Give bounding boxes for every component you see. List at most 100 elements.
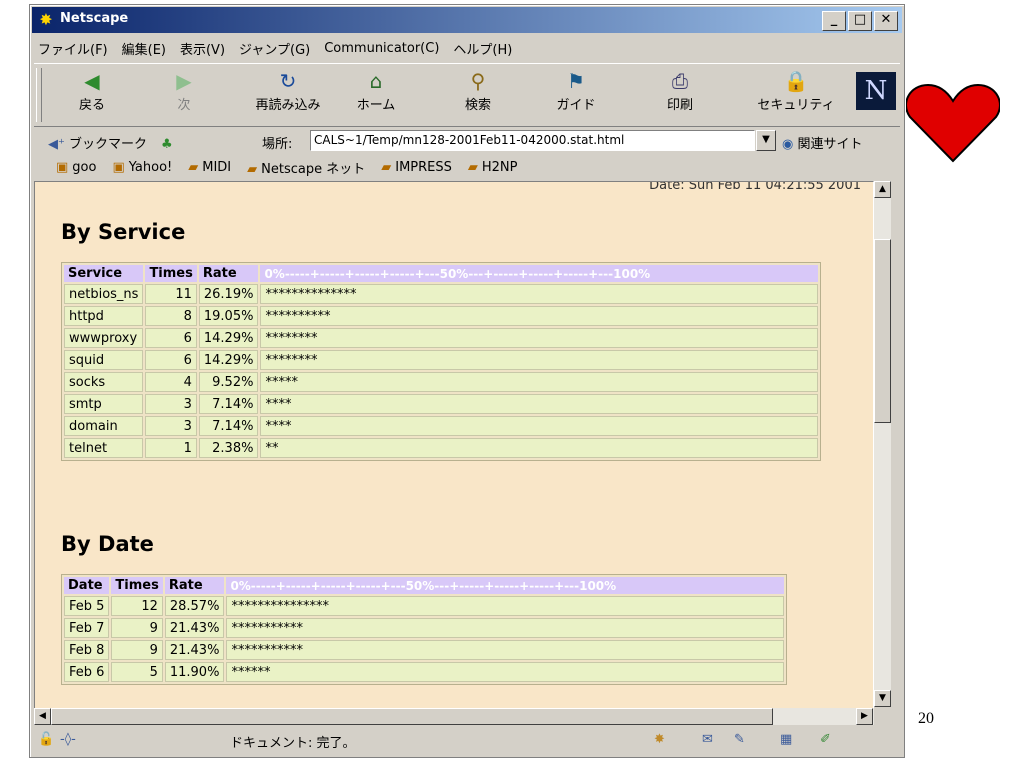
component-navigator-icon[interactable]: ✸ xyxy=(654,732,665,747)
service-row: squid 6 14.29% ******** xyxy=(64,350,819,370)
date-name: Feb 7 xyxy=(64,618,110,638)
security-lock-icon[interactable]: 🔓 xyxy=(38,732,54,747)
date-name: Feb 8 xyxy=(64,640,110,660)
menu-bar: ファイル(F) 編集(E) 表示(V) ジャンプ(G) Communicator… xyxy=(34,37,900,59)
minimize-button[interactable]: _ xyxy=(822,11,846,31)
personal-item-label: IMPRESS xyxy=(395,159,452,175)
service-name: socks xyxy=(64,372,144,392)
menu-edit[interactable]: 編集(E) xyxy=(122,39,166,58)
personal-item-midi[interactable]: ▰ MIDI xyxy=(188,160,231,175)
netscape-logo[interactable]: N xyxy=(856,72,896,110)
personal-item-label: goo xyxy=(72,159,97,175)
security-button[interactable]: 🔒 セキュリティ xyxy=(748,68,844,113)
bookmark-page-icon: ▣ xyxy=(56,159,69,175)
home-label: ホーム xyxy=(356,98,396,113)
rate-bar: ***** xyxy=(260,372,819,392)
menu-communicator[interactable]: Communicator(C) xyxy=(324,41,439,56)
rate-bar: ************** xyxy=(260,284,819,304)
rate-value: 7.14% xyxy=(198,416,259,436)
browser-window: ✸ Netscape _ □ ✕ ファイル(F) 編集(E) 表示(V) ジャン… xyxy=(29,4,905,758)
security-label: セキュリティ xyxy=(757,98,835,113)
rate-value: 21.43% xyxy=(164,640,225,660)
menu-help[interactable]: ヘルプ(H) xyxy=(453,39,512,58)
maximize-button[interactable]: □ xyxy=(848,11,872,31)
rate-bar: ********** xyxy=(260,306,819,326)
personal-item-yahoo[interactable]: ▣ Yahoo! xyxy=(112,160,172,175)
print-button[interactable]: ⎙ 印刷 xyxy=(640,68,720,113)
vertical-scroll-thumb[interactable] xyxy=(874,239,891,423)
back-arrow-icon: ◀ xyxy=(84,69,100,93)
times-value: 3 xyxy=(145,394,197,414)
forward-button[interactable]: ▶ 次 xyxy=(144,68,224,113)
rate-bar: ****** xyxy=(226,662,785,682)
service-row: domain 3 7.14% **** xyxy=(64,416,819,436)
date-table: Date Times Rate 0%-----+-----+-----+----… xyxy=(61,574,788,685)
close-button[interactable]: ✕ xyxy=(874,11,898,31)
lock-icon: 🔒 xyxy=(783,69,809,93)
service-row: smtp 3 7.14% **** xyxy=(64,394,819,414)
reload-button[interactable]: ↻ 再読み込み xyxy=(248,68,328,113)
back-button[interactable]: ◀ 戻る xyxy=(52,68,132,113)
edit-icon[interactable]: ✐ xyxy=(820,732,831,747)
scroll-up-button[interactable]: ▲ xyxy=(874,181,891,198)
date-header-row: Date Times Rate 0%-----+-----+-----+----… xyxy=(64,577,785,594)
rate-value: 11.90% xyxy=(164,662,225,682)
times-value: 3 xyxy=(145,416,197,436)
menu-file[interactable]: ファイル(F) xyxy=(38,39,108,58)
personal-item-impress[interactable]: ▰ IMPRESS xyxy=(381,160,452,175)
date-row: Feb 5 12 28.57% *************** xyxy=(64,596,785,616)
folder-icon: ▰ xyxy=(188,159,199,175)
menu-view[interactable]: 表示(V) xyxy=(180,39,225,58)
rate-bar: *************** xyxy=(226,596,785,616)
scroll-right-button[interactable]: ▶ xyxy=(856,708,873,725)
toolbar-grip[interactable] xyxy=(36,68,42,122)
related-sites-button[interactable]: ◉ 関連サイト xyxy=(782,133,863,152)
personal-item-netscape-net[interactable]: ▰ Netscape ネット xyxy=(247,158,365,177)
times-value: 8 xyxy=(145,306,197,326)
horizontal-scrollbar[interactable]: ◀ ▶ xyxy=(34,708,874,725)
service-name: httpd xyxy=(64,306,144,326)
service-heading: By Service xyxy=(61,220,186,244)
print-label: 印刷 xyxy=(666,98,693,113)
search-button[interactable]: ⚲ 検索 xyxy=(438,68,518,113)
discussion-icon[interactable]: ✎ xyxy=(734,732,745,747)
netscape-icon: ✸ xyxy=(39,10,53,29)
rate-bar: *********** xyxy=(226,618,785,638)
personal-item-goo[interactable]: ▣ goo xyxy=(56,160,96,175)
guide-button[interactable]: ⚑ ガイド xyxy=(536,68,616,113)
service-name: smtp xyxy=(64,394,144,414)
folder-icon: ▰ xyxy=(247,161,258,177)
personal-item-label: H2NP xyxy=(481,159,518,175)
vertical-scrollbar[interactable]: ▲ ▼ xyxy=(874,181,891,707)
folder-icon: ▰ xyxy=(467,159,478,175)
heart-shape xyxy=(906,83,1000,163)
page-proxy-icon[interactable]: ♣ xyxy=(161,137,173,152)
rate-bar: **** xyxy=(260,416,819,436)
service-row: httpd 8 19.05% ********** xyxy=(64,306,819,326)
rate-value: 9.52% xyxy=(198,372,259,392)
related-sites-label: 関連サイト xyxy=(797,137,863,152)
home-button[interactable]: ⌂ ホーム xyxy=(336,68,416,113)
url-dropdown-button[interactable]: ▼ xyxy=(756,130,776,151)
page-content: Date: Sun Feb 11 04:21:55 2001 By Servic… xyxy=(34,181,874,709)
bookmarks-button[interactable]: ◀⁺ ブックマーク ♣ xyxy=(48,133,173,152)
mail-icon[interactable]: ✉ xyxy=(702,732,713,747)
rate-value: 19.05% xyxy=(198,306,259,326)
window-title: Netscape xyxy=(60,11,129,26)
guide-icon: ⚑ xyxy=(567,69,585,93)
status-text: ドキュメント: 完了。 xyxy=(230,736,356,751)
horizontal-scroll-thumb[interactable] xyxy=(51,708,773,725)
personal-item-h2np[interactable]: ▰ H2NP xyxy=(468,160,518,175)
url-field[interactable]: CALS~1/Temp/mn128-2001Feb11-042000.stat.… xyxy=(310,130,755,151)
title-bar[interactable]: ✸ Netscape _ □ ✕ xyxy=(32,7,902,33)
globe-icon: ◉ xyxy=(782,137,798,152)
service-name: wwwproxy xyxy=(64,328,144,348)
composer-icon[interactable]: ▦ xyxy=(780,732,792,747)
scroll-left-button[interactable]: ◀ xyxy=(34,708,51,725)
menu-go[interactable]: ジャンプ(G) xyxy=(239,39,310,58)
scroll-down-button[interactable]: ▼ xyxy=(874,690,891,707)
connection-icon: -◊- xyxy=(60,732,76,747)
rate-bar: *********** xyxy=(226,640,785,660)
bookmark-icon: ◀⁺ xyxy=(48,137,69,152)
col-rate: Rate xyxy=(198,265,259,282)
